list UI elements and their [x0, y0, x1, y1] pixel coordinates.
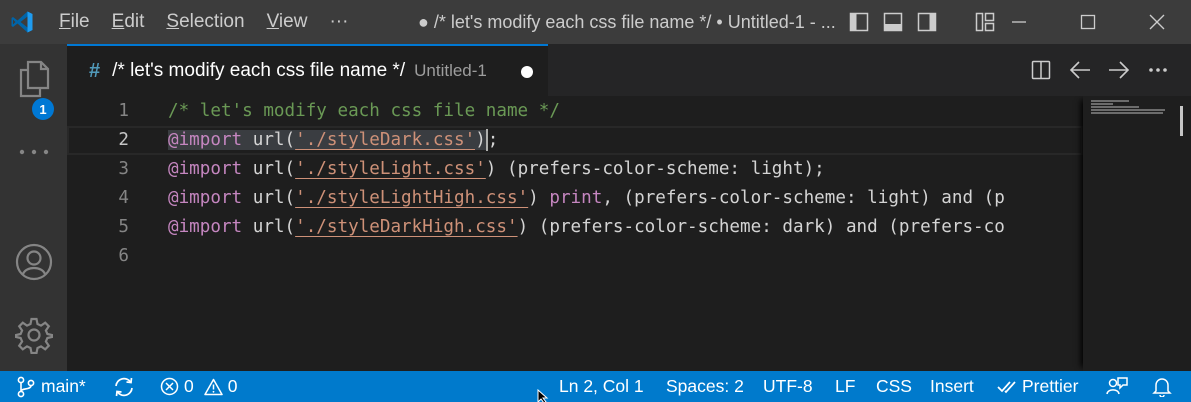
- menu-bar: File Edit Selection View ···: [48, 0, 359, 44]
- arrow-right-icon[interactable]: [1099, 44, 1138, 96]
- line-code: @import url('./styleLightHigh.css') prin…: [168, 184, 1005, 213]
- branch-name: main*: [41, 376, 86, 396]
- bell-icon[interactable]: [1152, 371, 1172, 402]
- code-token: /* let's modify each css file name */: [168, 101, 560, 121]
- code-token: @import: [168, 130, 243, 150]
- tab-title: /* let's modify each css file name */: [112, 60, 406, 81]
- error-icon: [160, 377, 179, 396]
- scrollbar-thumb[interactable]: [1180, 106, 1183, 136]
- panel-toggle-icon[interactable]: [876, 0, 910, 44]
- mouse-pointer-icon: [537, 388, 551, 402]
- code-line[interactable]: 6: [67, 242, 1083, 271]
- line-number: 1: [118, 101, 129, 121]
- activity-bar: 1: [0, 44, 67, 371]
- code-token: print: [549, 188, 603, 208]
- code-line[interactable]: 4 @import url('./styleLightHigh.css') pri…: [67, 184, 1083, 213]
- menu-edit[interactable]: Edit: [101, 0, 156, 44]
- account-icon[interactable]: [0, 243, 67, 281]
- files-icon[interactable]: 1: [0, 60, 67, 120]
- more-icon[interactable]: [0, 142, 67, 162]
- sync-icon[interactable]: [113, 371, 135, 402]
- line-code: @import url('./styleDark.css');: [168, 126, 498, 155]
- window-controls: [984, 0, 1191, 44]
- menu-file[interactable]: File: [48, 0, 101, 44]
- secondary-sidebar-toggle-icon[interactable]: [910, 0, 944, 44]
- line-code: @import url('./styleDarkHigh.css') (pref…: [168, 213, 1005, 242]
- css-file-icon: #: [89, 59, 101, 82]
- gear-icon[interactable]: [0, 316, 67, 354]
- code-token: ;: [487, 130, 499, 150]
- code-token: './styleLight.css': [295, 159, 486, 179]
- code-token: @import: [168, 217, 243, 237]
- branch-status[interactable]: main*: [17, 371, 86, 402]
- primary-sidebar-toggle-icon[interactable]: [842, 0, 876, 44]
- code-line[interactable]: 3 @import url('./styleLight.css') (prefer…: [67, 155, 1083, 184]
- title-bar: File Edit Selection View ··· ● /* let's …: [0, 0, 1191, 44]
- prettier-status[interactable]: Prettier: [997, 371, 1078, 402]
- line-number: 6: [118, 246, 129, 266]
- cursor-position[interactable]: Ln 2, Col 1: [559, 371, 644, 402]
- layout-controls: [842, 0, 1002, 44]
- explorer-badge: 1: [32, 98, 54, 120]
- tab-description: Untitled-1: [414, 61, 487, 80]
- encoding[interactable]: UTF-8: [763, 371, 813, 402]
- vertical-scrollbar[interactable]: [1174, 96, 1191, 371]
- arrow-left-icon[interactable]: [1060, 44, 1099, 96]
- code-token: @import: [168, 188, 243, 208]
- line-number: 5: [118, 217, 129, 237]
- language-mode[interactable]: CSS: [876, 371, 912, 402]
- editor-actions: [1021, 44, 1177, 96]
- code-token: './styleDark.css': [295, 130, 476, 150]
- code-token: @import: [168, 159, 243, 179]
- minimize-icon[interactable]: [984, 0, 1053, 44]
- code-token: , (prefers-color-scheme: light) and (p: [602, 188, 1005, 208]
- warning-icon: [203, 378, 223, 396]
- branch-icon: [17, 376, 35, 398]
- indentation[interactable]: Spaces: 2: [666, 371, 744, 402]
- line-number: 2: [118, 130, 129, 150]
- code-token: ) (prefers-color-scheme: dark) and (pref…: [517, 217, 1005, 237]
- unsaved-dot-icon[interactable]: [521, 66, 533, 78]
- prettier-label: Prettier: [1022, 376, 1079, 396]
- close-icon[interactable]: [1122, 0, 1191, 44]
- menu-view[interactable]: View: [256, 0, 319, 44]
- menu-more[interactable]: ···: [318, 0, 359, 44]
- check-all-icon: [997, 379, 1019, 395]
- code-token: './styleLightHigh.css': [295, 188, 529, 208]
- split-editor-icon[interactable]: [1021, 44, 1060, 96]
- line-number: 4: [118, 188, 129, 208]
- status-bar: main* 0 0 Ln 2, Col 1 Spaces: 2 UTF-8 LF…: [0, 371, 1191, 402]
- code-token: url(: [242, 159, 296, 179]
- line-code: @import url('./styleLight.css') (prefers…: [168, 155, 825, 184]
- vscode-logo-icon: [0, 0, 44, 44]
- code-token: ): [475, 130, 486, 150]
- end-of-line[interactable]: LF: [835, 371, 855, 402]
- minimap[interactable]: [1083, 96, 1174, 371]
- vim-mode[interactable]: Insert: [930, 371, 974, 402]
- code-token: ) (prefers-color-scheme: light);: [485, 159, 825, 179]
- editor-tab-bar: # /* let's modify each css file name */ …: [67, 44, 1191, 96]
- code-line[interactable]: 2 @import url('./styleDark.css');: [67, 126, 1083, 155]
- line-number: 3: [118, 159, 129, 179]
- code-line[interactable]: 5 @import url('./styleDarkHigh.css') (pre…: [67, 213, 1083, 242]
- code-token: './styleDarkHigh.css': [295, 217, 518, 237]
- warning-count: 0: [227, 376, 238, 396]
- problems-status[interactable]: 0 0: [160, 371, 237, 402]
- feedback-icon[interactable]: [1106, 371, 1128, 402]
- ellipsis-icon[interactable]: [1138, 44, 1177, 96]
- maximize-icon[interactable]: [1053, 0, 1122, 44]
- code-token: url(: [242, 130, 296, 150]
- code-token: url(: [242, 217, 296, 237]
- menu-selection[interactable]: Selection: [155, 0, 255, 44]
- code-token: url(: [242, 188, 296, 208]
- editor-tab[interactable]: # /* let's modify each css file name */ …: [67, 44, 548, 96]
- error-count: 0: [184, 376, 194, 396]
- code-editor[interactable]: 1 /* let's modify each css file name */ 2 @…: [67, 96, 1191, 371]
- window-title: ● /* let's modify each css file name */ …: [418, 12, 836, 32]
- code-token: ): [528, 188, 550, 208]
- line-code: /* let's modify each css file name */: [168, 97, 560, 126]
- code-line[interactable]: 1 /* let's modify each css file name */: [67, 97, 1083, 126]
